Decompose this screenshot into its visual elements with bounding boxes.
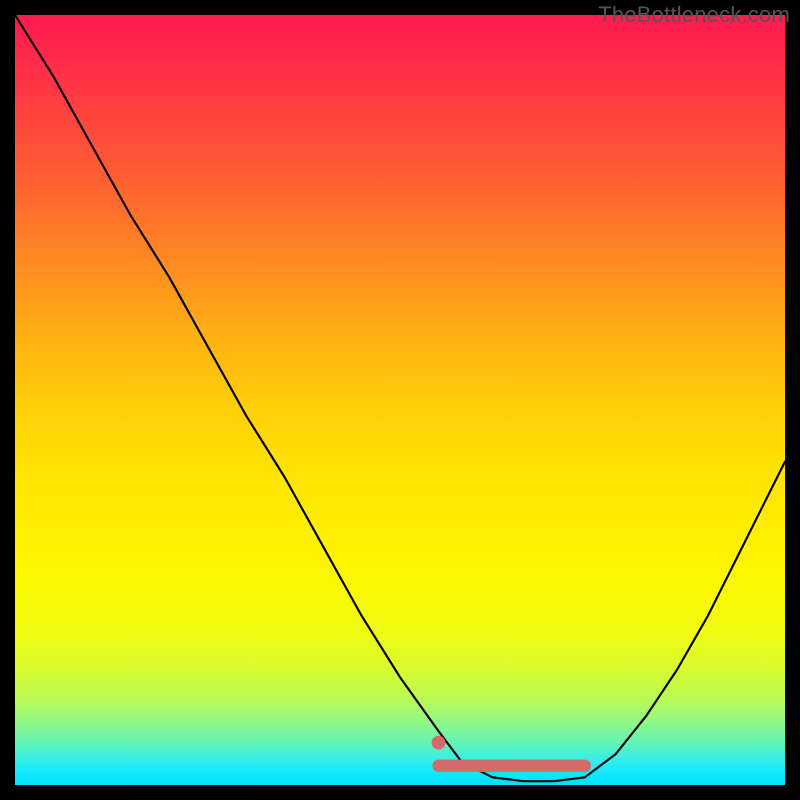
optimal-overlay <box>15 15 785 785</box>
plot-area <box>15 15 785 785</box>
chart-container: TheBottleneck.com <box>0 0 800 800</box>
watermark-text: TheBottleneck.com <box>598 2 790 28</box>
